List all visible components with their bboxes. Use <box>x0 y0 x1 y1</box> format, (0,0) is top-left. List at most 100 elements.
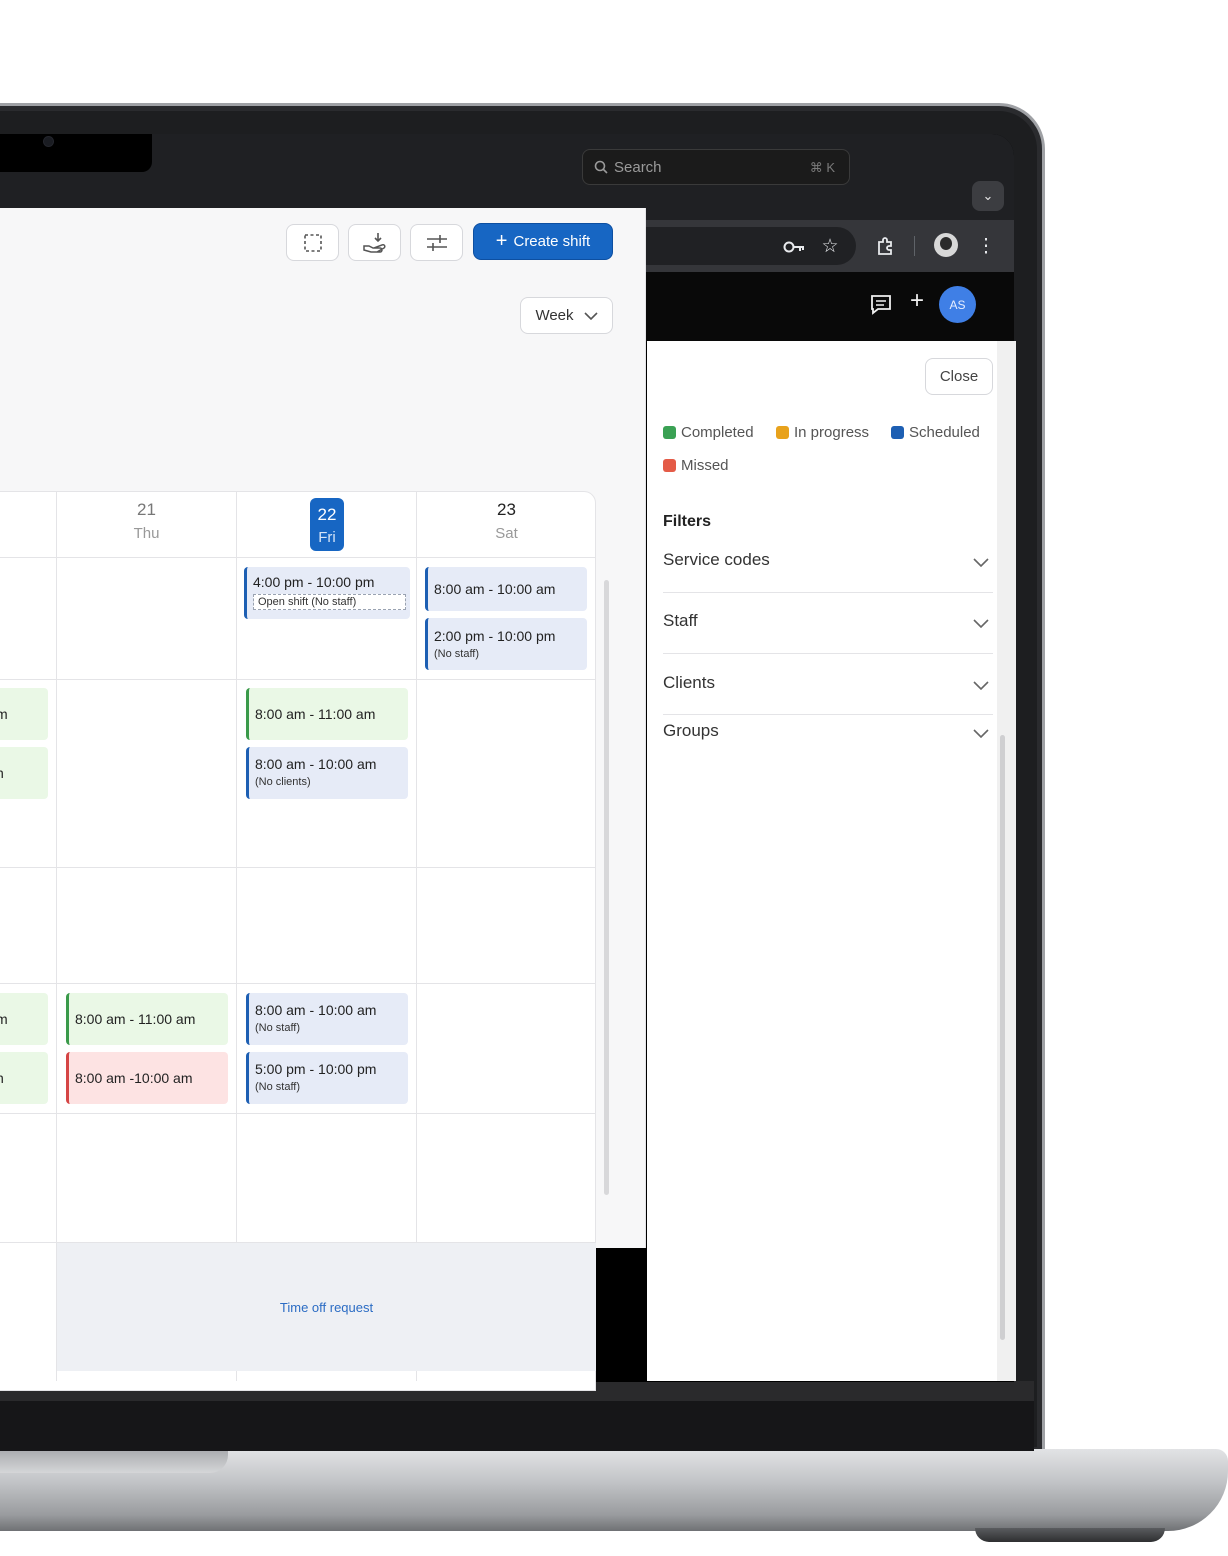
shift-card[interactable]: m <box>0 688 48 740</box>
messages-icon[interactable] <box>867 290 895 318</box>
shift-time: m <box>0 706 8 722</box>
day-header-thu[interactable]: 21 Thu <box>57 496 236 542</box>
shift-card[interactable]: n <box>0 1052 48 1104</box>
select-area-button[interactable] <box>286 224 339 261</box>
shift-card[interactable]: n <box>0 747 48 799</box>
status-dot <box>663 459 676 472</box>
key-icon[interactable] <box>780 233 808 261</box>
grid-row-line <box>0 983 596 984</box>
plus-icon: + <box>495 230 508 252</box>
grid-row-line <box>0 679 596 680</box>
legend-label: Missed <box>681 457 729 474</box>
panel-scrollbar[interactable] <box>1000 735 1005 1340</box>
shift-time: n <box>0 765 4 781</box>
create-shift-button[interactable]: + Create shift <box>473 223 613 260</box>
divider <box>663 714 993 715</box>
extensions-icon[interactable] <box>872 232 900 260</box>
legend-label: Completed <box>681 424 754 441</box>
day-weekday: Fri <box>318 529 336 546</box>
export-button[interactable] <box>348 224 401 261</box>
shift-time: m <box>0 1011 8 1027</box>
view-label: Week <box>535 307 574 324</box>
shift-card[interactable]: 8:00 am - 10:00 am <box>425 567 587 611</box>
legend-in-progress: In progress <box>776 424 869 441</box>
chevron-down-icon <box>973 681 989 690</box>
shift-card[interactable]: 8:00 am - 11:00 am <box>66 993 228 1045</box>
chevron-down-icon <box>973 558 989 567</box>
search-placeholder: Search <box>614 159 662 176</box>
toolbar-separator <box>914 236 915 256</box>
day-number: 22 <box>317 505 337 524</box>
filter-label: Clients <box>663 673 715 692</box>
shift-card[interactable]: m <box>0 993 48 1045</box>
grid-row-line <box>0 1113 596 1114</box>
filter-label: Groups <box>663 721 719 740</box>
settings-sliders-button[interactable] <box>410 224 463 261</box>
time-off-label: Time off request <box>279 1299 374 1315</box>
laptop-foot <box>975 1528 1165 1542</box>
chevron-down-icon <box>973 729 989 738</box>
day-header-sat[interactable]: 23 Sat <box>417 496 596 542</box>
shift-time: 5:00 pm - 10:00 pm <box>255 1061 377 1077</box>
shift-time: n <box>0 1070 4 1086</box>
add-icon[interactable]: + <box>903 286 931 316</box>
day-weekday: Thu <box>133 525 160 542</box>
filter-label: Service codes <box>663 550 770 569</box>
shift-time: 8:00 am - 11:00 am <box>255 706 376 722</box>
shift-note: (No staff) <box>434 648 480 660</box>
status-dot <box>663 426 676 439</box>
filter-service-codes[interactable]: Service codes <box>663 550 993 570</box>
status-dot <box>776 426 789 439</box>
close-button[interactable]: Close <box>925 358 993 395</box>
camera-icon <box>44 137 53 146</box>
shift-card[interactable]: 4:00 pm - 10:00 pm Open shift (No staff) <box>244 567 410 619</box>
shift-time: 8:00 am - 10:00 am <box>255 1002 377 1018</box>
chevron-down-icon <box>973 619 989 628</box>
shift-note: (No clients) <box>255 776 311 788</box>
laptop-base-groove <box>0 1449 228 1473</box>
profile-icon[interactable] <box>934 233 958 257</box>
shift-time: 4:00 pm - 10:00 pm <box>253 574 375 590</box>
search-input[interactable]: Search ⌘ K <box>582 149 850 185</box>
calendar-scrollbar[interactable] <box>604 580 609 1195</box>
search-shortcut: ⌘ K <box>809 160 835 175</box>
view-select[interactable]: Week <box>520 297 613 334</box>
filters-title: Filters <box>663 513 712 530</box>
filter-groups[interactable]: Groups <box>663 721 993 741</box>
legend-scheduled: Scheduled <box>891 424 980 441</box>
hand-download-icon <box>362 232 386 253</box>
chevron-down-icon[interactable]: ⌄ <box>972 181 1004 211</box>
shift-card[interactable]: 8:00 am - 11:00 am <box>246 688 408 740</box>
shift-time: 8:00 am - 10:00 am <box>255 756 377 772</box>
shift-card[interactable]: 8:00 am - 10:00 am (No staff) <box>246 993 408 1045</box>
shift-card[interactable]: 8:00 am -10:00 am <box>66 1052 228 1104</box>
filter-label: Staff <box>663 611 698 630</box>
shift-note: Open shift (No staff) <box>253 594 406 610</box>
search-icon <box>594 160 608 174</box>
day-number: 23 <box>497 500 516 519</box>
filter-clients[interactable]: Clients <box>663 673 993 693</box>
status-dot <box>891 426 904 439</box>
shift-time: 8:00 am - 10:00 am <box>434 581 556 597</box>
legend-completed: Completed <box>663 424 754 441</box>
legend-missed: Missed <box>663 457 729 474</box>
shift-card[interactable]: 8:00 am - 10:00 am (No clients) <box>246 747 408 799</box>
shift-card[interactable]: 5:00 pm - 10:00 pm (No staff) <box>246 1052 408 1104</box>
day-number: 21 <box>137 500 156 519</box>
shift-card[interactable]: 2:00 pm - 10:00 pm (No staff) <box>425 618 587 670</box>
more-menu-icon[interactable]: ⋮ <box>972 232 1000 260</box>
legend-label: Scheduled <box>909 424 980 441</box>
star-icon[interactable]: ☆ <box>816 232 844 260</box>
day-header-today[interactable]: 22 Fri <box>310 498 344 551</box>
shift-note: (No staff) <box>255 1022 301 1034</box>
stage: ⌄ ☆ ⋮ Search ⌘ K + AS + Create shift Wee… <box>0 0 1228 1556</box>
shift-time: 2:00 pm - 10:00 pm <box>434 628 556 644</box>
avatar[interactable]: AS <box>939 286 976 323</box>
shift-time: 8:00 am -10:00 am <box>75 1070 193 1086</box>
time-off-request[interactable]: Time off request <box>57 1243 596 1371</box>
chevron-down-icon <box>583 311 598 320</box>
filter-staff[interactable]: Staff <box>663 611 993 631</box>
select-area-icon <box>303 233 322 252</box>
grid-row-line <box>0 557 596 558</box>
sliders-icon <box>426 234 447 251</box>
